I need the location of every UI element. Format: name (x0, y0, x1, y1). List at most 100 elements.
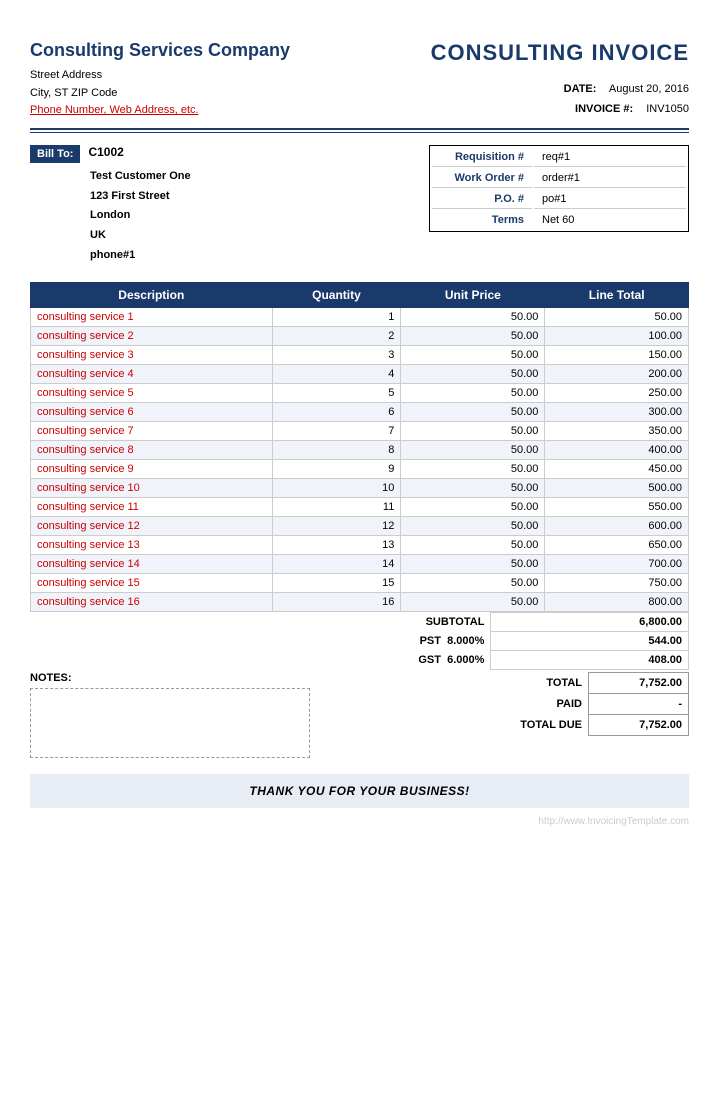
row-desc: consulting service 10 (31, 478, 273, 497)
notes-box[interactable] (30, 688, 310, 758)
row-unit: 50.00 (401, 402, 545, 421)
row-unit: 50.00 (401, 421, 545, 440)
row-qty: 12 (272, 516, 401, 535)
row-desc: consulting service 15 (31, 573, 273, 592)
row-qty: 10 (272, 478, 401, 497)
row-desc: consulting service 3 (31, 345, 273, 364)
po-label: P.O. # (432, 190, 532, 209)
bill-to-label: Bill To: (30, 145, 80, 163)
customer-id: C1002 (88, 145, 123, 159)
row-unit: 50.00 (401, 307, 545, 326)
table-row: consulting service 14 14 50.00 700.00 (31, 554, 689, 573)
row-unit: 50.00 (401, 440, 545, 459)
pst-value: 544.00 (491, 631, 689, 650)
row-unit: 50.00 (401, 573, 545, 592)
customer-city: London (90, 206, 409, 226)
table-row: consulting service 2 2 50.00 100.00 (31, 326, 689, 345)
totals-table: SUBTOTAL 6,800.00 PST 8.000% 544.00 GST … (30, 612, 689, 670)
company-name: Consulting Services Company (30, 40, 290, 61)
row-total: 700.00 (545, 554, 689, 573)
row-total: 350.00 (545, 421, 689, 440)
row-qty: 4 (272, 364, 401, 383)
row-unit: 50.00 (401, 364, 545, 383)
subtotal-label: SUBTOTAL (30, 612, 491, 631)
table-row: consulting service 11 11 50.00 550.00 (31, 497, 689, 516)
row-qty: 3 (272, 345, 401, 364)
row-qty: 11 (272, 497, 401, 516)
row-desc: consulting service 7 (31, 421, 273, 440)
row-unit: 50.00 (401, 535, 545, 554)
customer-country: UK (90, 226, 409, 246)
row-qty: 8 (272, 440, 401, 459)
row-unit: 50.00 (401, 459, 545, 478)
row-total: 600.00 (545, 516, 689, 535)
row-qty: 5 (272, 383, 401, 402)
pst-label: PST 8.000% (30, 631, 491, 650)
req-value: req#1 (534, 148, 686, 167)
customer-name: Test Customer One (90, 167, 409, 187)
gst-label: GST 6.000% (30, 650, 491, 669)
row-qty: 1 (272, 307, 401, 326)
table-row: consulting service 5 5 50.00 250.00 (31, 383, 689, 402)
company-address2: City, ST ZIP Code (30, 85, 290, 103)
row-total: 450.00 (545, 459, 689, 478)
table-row: consulting service 12 12 50.00 600.00 (31, 516, 689, 535)
paid-value: - (589, 693, 689, 714)
row-desc: consulting service 14 (31, 554, 273, 573)
row-qty: 2 (272, 326, 401, 345)
row-total: 300.00 (545, 402, 689, 421)
company-address1: Street Address (30, 67, 290, 85)
row-desc: consulting service 11 (31, 497, 273, 516)
row-total: 50.00 (545, 307, 689, 326)
due-value: 7,752.00 (589, 714, 689, 735)
row-qty: 13 (272, 535, 401, 554)
table-row: consulting service 8 8 50.00 400.00 (31, 440, 689, 459)
date-label: DATE: (564, 83, 597, 95)
invoice-number-value: INV1050 (646, 103, 689, 115)
row-desc: consulting service 13 (31, 535, 273, 554)
thank-you-bar: THANK YOU FOR YOUR BUSINESS! (30, 774, 689, 808)
row-desc: consulting service 5 (31, 383, 273, 402)
row-unit: 50.00 (401, 497, 545, 516)
final-totals-table: TOTAL 7,752.00 PAID - TOTAL DUE 7,752.00 (429, 672, 689, 736)
invoice-number-label: INVOICE #: (575, 103, 633, 115)
col-line-total: Line Total (545, 282, 689, 307)
row-total: 100.00 (545, 326, 689, 345)
subtotal-value: 6,800.00 (491, 612, 689, 631)
gst-value: 408.00 (491, 650, 689, 669)
row-desc: consulting service 8 (31, 440, 273, 459)
row-unit: 50.00 (401, 592, 545, 611)
watermark-link[interactable]: http://www.InvoicingTemplate.com (538, 816, 689, 827)
row-unit: 50.00 (401, 345, 545, 364)
total-value: 7,752.00 (589, 672, 689, 693)
row-total: 750.00 (545, 573, 689, 592)
col-unit-price: Unit Price (401, 282, 545, 307)
row-total: 400.00 (545, 440, 689, 459)
row-unit: 50.00 (401, 554, 545, 573)
row-total: 800.00 (545, 592, 689, 611)
req-label: Requisition # (432, 148, 532, 167)
date-value: August 20, 2016 (609, 83, 689, 95)
items-table: Description Quantity Unit Price Line Tot… (30, 282, 689, 612)
row-desc: consulting service 2 (31, 326, 273, 345)
row-unit: 50.00 (401, 516, 545, 535)
row-qty: 16 (272, 592, 401, 611)
table-row: consulting service 4 4 50.00 200.00 (31, 364, 689, 383)
row-unit: 50.00 (401, 478, 545, 497)
row-desc: consulting service 4 (31, 364, 273, 383)
row-desc: consulting service 9 (31, 459, 273, 478)
requisition-table: Requisition # req#1 Work Order # order#1… (429, 145, 689, 232)
row-unit: 50.00 (401, 326, 545, 345)
row-desc: consulting service 16 (31, 592, 273, 611)
row-total: 500.00 (545, 478, 689, 497)
po-value: po#1 (534, 190, 686, 209)
paid-label: PAID (429, 693, 589, 714)
table-row: consulting service 16 16 50.00 800.00 (31, 592, 689, 611)
row-desc: consulting service 1 (31, 307, 273, 326)
row-unit: 50.00 (401, 383, 545, 402)
row-qty: 9 (272, 459, 401, 478)
due-label: TOTAL DUE (429, 714, 589, 735)
row-total: 650.00 (545, 535, 689, 554)
company-contact[interactable]: Phone Number, Web Address, etc. (30, 104, 199, 116)
row-total: 150.00 (545, 345, 689, 364)
